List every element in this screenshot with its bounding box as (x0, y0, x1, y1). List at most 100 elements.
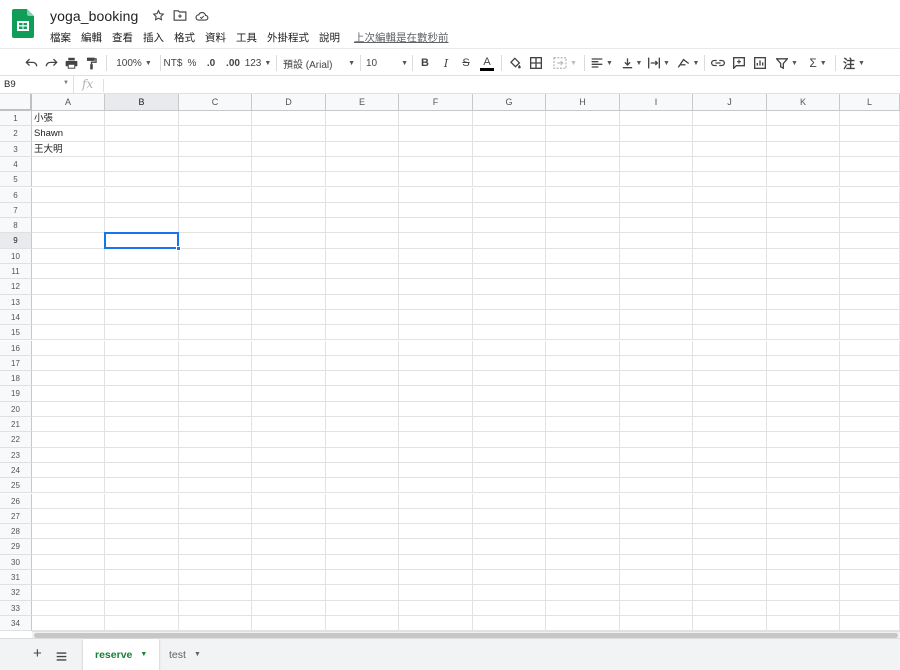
cell-k22[interactable] (767, 432, 840, 448)
cell-a24[interactable] (32, 462, 105, 479)
cell-g11[interactable] (473, 264, 546, 280)
column-header-f[interactable]: F (399, 94, 473, 111)
cell-a18[interactable] (32, 371, 105, 387)
cell-l2[interactable] (840, 126, 900, 142)
cell-f16[interactable] (399, 340, 473, 356)
cell-j32[interactable] (693, 585, 767, 601)
cell-h21[interactable] (546, 417, 620, 433)
cell-h11[interactable] (546, 264, 620, 280)
cell-k3[interactable] (767, 141, 840, 157)
cell-a19[interactable] (32, 386, 105, 402)
cell-c28[interactable] (179, 524, 252, 540)
cell-k4[interactable] (767, 156, 840, 173)
cell-c31[interactable] (179, 570, 252, 586)
cell-a16[interactable] (32, 340, 105, 356)
row-header-27[interactable]: 27 (0, 508, 32, 525)
cell-e2[interactable] (326, 126, 399, 142)
cell-i30[interactable] (620, 554, 693, 570)
cell-c23[interactable] (179, 447, 252, 463)
cell-h13[interactable] (546, 294, 620, 310)
row-header-7[interactable]: 7 (0, 202, 32, 219)
cell-j1[interactable] (693, 111, 767, 127)
fill-handle[interactable] (176, 245, 181, 251)
cell-j10[interactable] (693, 248, 767, 264)
cell-i16[interactable] (620, 340, 693, 356)
cell-b31[interactable] (105, 570, 179, 586)
column-header-b[interactable]: B (105, 94, 179, 111)
cell-l25[interactable] (840, 478, 900, 494)
cell-h23[interactable] (546, 447, 620, 463)
row-header-23[interactable]: 23 (0, 447, 32, 463)
cell-k34[interactable] (767, 615, 840, 631)
cell-i31[interactable] (620, 570, 693, 586)
cell-a23[interactable] (32, 447, 105, 463)
cell-c34[interactable] (179, 615, 252, 631)
cell-h29[interactable] (546, 539, 620, 555)
cell-c32[interactable] (179, 585, 252, 601)
cell-h6[interactable] (546, 187, 620, 203)
cell-b12[interactable] (105, 279, 179, 295)
cell-k2[interactable] (767, 126, 840, 142)
cell-j19[interactable] (693, 386, 767, 402)
cell-g32[interactable] (473, 585, 546, 601)
cell-d23[interactable] (252, 447, 326, 463)
cell-c6[interactable] (179, 187, 252, 203)
cell-a3[interactable]: 王大明 (32, 141, 105, 157)
currency-format-button[interactable]: NT$ (163, 54, 183, 72)
cell-d34[interactable] (252, 615, 326, 631)
zoom-select[interactable]: 100% ▼ (112, 54, 156, 72)
cell-i34[interactable] (620, 615, 693, 631)
cell-f34[interactable] (399, 615, 473, 631)
cell-h33[interactable] (546, 600, 620, 616)
cell-g5[interactable] (473, 172, 546, 188)
cell-h12[interactable] (546, 279, 620, 295)
move-to-folder-icon[interactable] (173, 9, 187, 23)
cell-b9[interactable] (105, 233, 179, 249)
cell-d18[interactable] (252, 371, 326, 387)
menu-view[interactable]: 查看 (112, 30, 133, 45)
cell-d20[interactable] (252, 401, 326, 417)
cell-a4[interactable] (32, 156, 105, 173)
cell-b16[interactable] (105, 340, 179, 356)
cell-e27[interactable] (326, 508, 399, 525)
cell-e23[interactable] (326, 447, 399, 463)
menu-edit[interactable]: 編輯 (81, 30, 102, 45)
cell-c1[interactable] (179, 111, 252, 127)
cell-c24[interactable] (179, 462, 252, 479)
cell-h1[interactable] (546, 111, 620, 127)
cell-l22[interactable] (840, 432, 900, 448)
cell-i15[interactable] (620, 325, 693, 341)
cell-e26[interactable] (326, 493, 399, 509)
increase-decimal-button[interactable]: .00 (223, 54, 243, 72)
cell-f15[interactable] (399, 325, 473, 341)
insert-comment-icon[interactable] (731, 54, 747, 72)
cell-e29[interactable] (326, 539, 399, 555)
fill-color-icon[interactable] (507, 54, 523, 72)
cell-b23[interactable] (105, 447, 179, 463)
cell-b4[interactable] (105, 156, 179, 173)
row-header-2[interactable]: 2 (0, 126, 32, 142)
column-header-l[interactable]: L (840, 94, 900, 111)
cell-d2[interactable] (252, 126, 326, 142)
cell-e14[interactable] (326, 309, 399, 326)
cell-e4[interactable] (326, 156, 399, 173)
sheets-logo-icon[interactable] (12, 9, 34, 38)
cell-e33[interactable] (326, 600, 399, 616)
cell-k33[interactable] (767, 600, 840, 616)
row-header-34[interactable]: 34 (0, 615, 32, 631)
menu-tools[interactable]: 工具 (236, 30, 257, 45)
cell-d29[interactable] (252, 539, 326, 555)
cell-k25[interactable] (767, 478, 840, 494)
cell-l12[interactable] (840, 279, 900, 295)
select-all-corner[interactable] (0, 94, 32, 111)
cell-c14[interactable] (179, 309, 252, 326)
cell-j16[interactable] (693, 340, 767, 356)
cell-a27[interactable] (32, 508, 105, 525)
cell-e21[interactable] (326, 417, 399, 433)
cell-c21[interactable] (179, 417, 252, 433)
cell-i24[interactable] (620, 462, 693, 479)
document-title[interactable]: yoga_booking (50, 8, 138, 24)
strikethrough-button[interactable]: S (459, 54, 473, 72)
cell-i8[interactable] (620, 218, 693, 234)
cell-g17[interactable] (473, 355, 546, 372)
